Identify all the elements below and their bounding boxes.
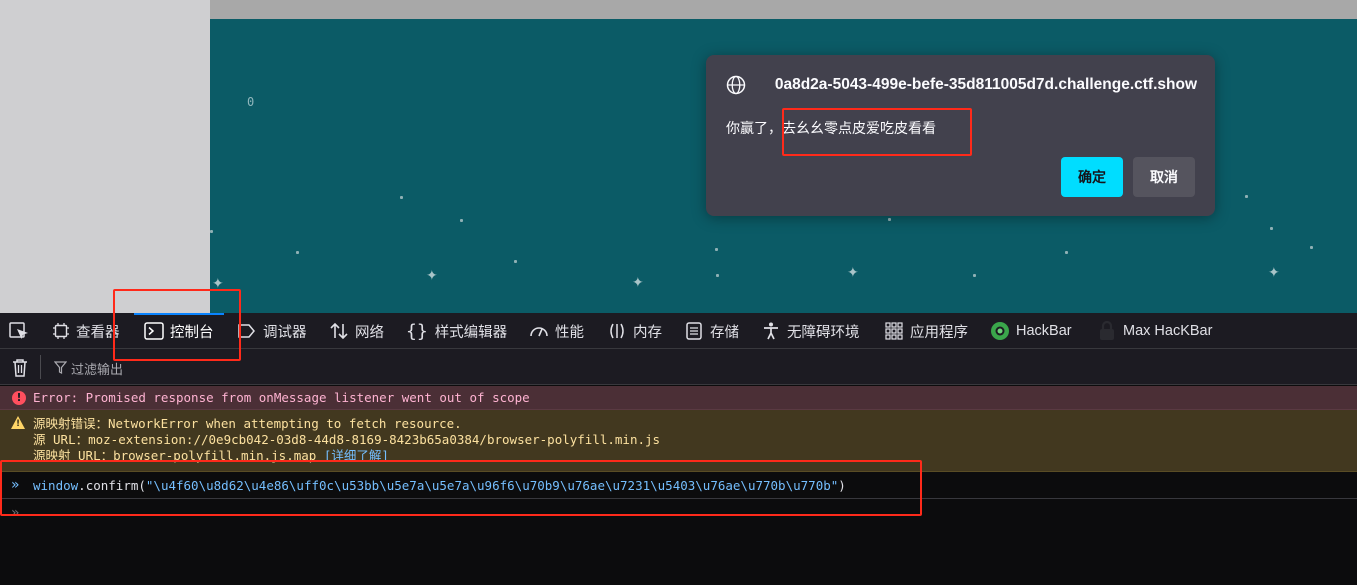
storage-icon <box>686 322 702 340</box>
warning-line: 源映射错误：NetworkError when attempting to fe… <box>33 416 462 431</box>
memory-icon <box>610 323 624 339</box>
console-input-prompt[interactable]: » <box>11 505 19 521</box>
debugger-icon <box>238 324 255 338</box>
tab-label: Max HacKBar <box>1123 323 1213 339</box>
sparkle: ✦ <box>847 265 859 281</box>
star <box>1065 251 1068 254</box>
warning-line: 源 URL：moz-extension://0e9cb042-03d8-44d8… <box>33 432 661 447</box>
tab-hackbar[interactable]: HackBar <box>990 313 1072 349</box>
star <box>1270 227 1273 230</box>
devtools-panel: 查看器 控制台 调试器 网络 {} 样式编辑器 性能 内存 存储 无障碍环境 应… <box>0 313 1357 585</box>
max-hackbar-icon <box>1100 321 1114 340</box>
tab-label: HackBar <box>1016 323 1072 339</box>
network-icon <box>330 322 348 340</box>
tab-label: 网络 <box>355 324 384 341</box>
page-margin-left <box>0 0 210 313</box>
star <box>460 219 463 222</box>
star <box>210 230 213 233</box>
star <box>1245 195 1248 198</box>
error-text: Error: Promised response from onMessage … <box>33 390 530 405</box>
score-counter: 0 <box>247 95 255 109</box>
dialog-origin: 0a8d2a-5043-499e-befe-35d811005d7d.chall… <box>774 76 1197 93</box>
element-picker-icon[interactable] <box>8 321 30 341</box>
learn-more-link[interactable]: [详细了解] <box>324 448 389 463</box>
performance-icon <box>530 327 548 337</box>
tab-label: 存储 <box>710 324 739 341</box>
sparkle: ✦ <box>632 275 644 291</box>
star <box>973 274 976 277</box>
tab-label: 调试器 <box>263 324 307 341</box>
sparkle: ✦ <box>1268 265 1280 281</box>
tab-console[interactable]: 控制台 <box>134 313 223 349</box>
tab-label: 内存 <box>633 324 662 341</box>
tab-label: 无障碍环境 <box>787 324 860 341</box>
tab-label: 查看器 <box>76 324 120 341</box>
sparkle: ✦ <box>212 276 224 292</box>
error-icon: ! <box>12 391 26 405</box>
devtools-toolbar: 查看器 控制台 调试器 网络 {} 样式编辑器 性能 内存 存储 无障碍环境 应… <box>0 313 1357 349</box>
code-argument: "\u4f60\u8d62\u4e86\uff0c\u53bb\u5e7a\u5… <box>145 478 839 493</box>
dialog-message: 你赢了，去幺幺零点皮爱吃皮看看 <box>726 120 936 136</box>
style-editor-icon: {} <box>406 320 428 342</box>
warning-text: 源映射 URL：browser-polyfill.min.js.map <box>33 448 317 463</box>
tab-style-editor[interactable]: {} 样式编辑器 <box>406 313 507 349</box>
prompt-chevron-icon: » <box>11 477 19 493</box>
console-icon <box>144 322 164 340</box>
code-method: confirm <box>85 478 139 493</box>
star <box>514 260 517 263</box>
tab-label: 性能 <box>555 324 584 341</box>
tab-label: 控制台 <box>170 324 214 341</box>
tab-debugger[interactable]: 调试器 <box>237 313 307 349</box>
ok-button[interactable]: 确定 <box>1061 157 1123 197</box>
filter-input[interactable]: 过滤输出 <box>71 359 123 378</box>
warning-line: 源映射 URL：browser-polyfill.min.js.map [详细了… <box>33 448 389 464</box>
tab-label: 应用程序 <box>910 324 968 341</box>
star <box>716 274 719 277</box>
star <box>715 248 718 251</box>
filter-icon <box>54 361 67 374</box>
star <box>296 251 299 254</box>
tab-inspector[interactable]: 查看器 <box>52 313 120 349</box>
globe-icon <box>726 75 746 95</box>
sparkle: ✦ <box>426 268 438 284</box>
tab-accessibility[interactable]: 无障碍环境 <box>761 313 860 349</box>
confirm-dialog: 0a8d2a-5043-499e-befe-35d811005d7d.chall… <box>706 55 1215 216</box>
tab-performance[interactable]: 性能 <box>529 313 584 349</box>
accessibility-icon <box>764 322 778 340</box>
console-filter-bar: 过滤输出 <box>0 349 1357 385</box>
trash-icon[interactable] <box>11 358 29 377</box>
application-icon <box>885 322 903 340</box>
star <box>888 218 891 221</box>
tab-label: 样式编辑器 <box>434 324 508 341</box>
console-error-message: ! Error: Promised response from onMessag… <box>0 386 1357 410</box>
page-margin-top <box>210 0 1357 19</box>
code-object: window <box>33 478 79 493</box>
hackbar-icon <box>991 322 1009 340</box>
star <box>400 196 403 199</box>
tab-max-hackbar[interactable]: Max HacKBar <box>1097 313 1212 349</box>
divider <box>40 355 41 379</box>
console-warning-message: ! 源映射错误：NetworkError when attempting to … <box>0 410 1357 472</box>
cancel-button[interactable]: 取消 <box>1133 157 1195 197</box>
star <box>1310 246 1313 249</box>
console-command[interactable]: window.confirm("\u4f60\u8d62\u4e86\uff0c… <box>33 478 846 494</box>
tab-memory[interactable]: 内存 <box>607 313 662 349</box>
tab-application[interactable]: 应用程序 <box>884 313 968 349</box>
console-input-entry: » window.confirm("\u4f60\u8d62\u4e86\uff… <box>0 473 1357 499</box>
inspector-icon <box>53 323 69 339</box>
tab-network[interactable]: 网络 <box>329 313 384 349</box>
tab-storage[interactable]: 存储 <box>684 313 739 349</box>
